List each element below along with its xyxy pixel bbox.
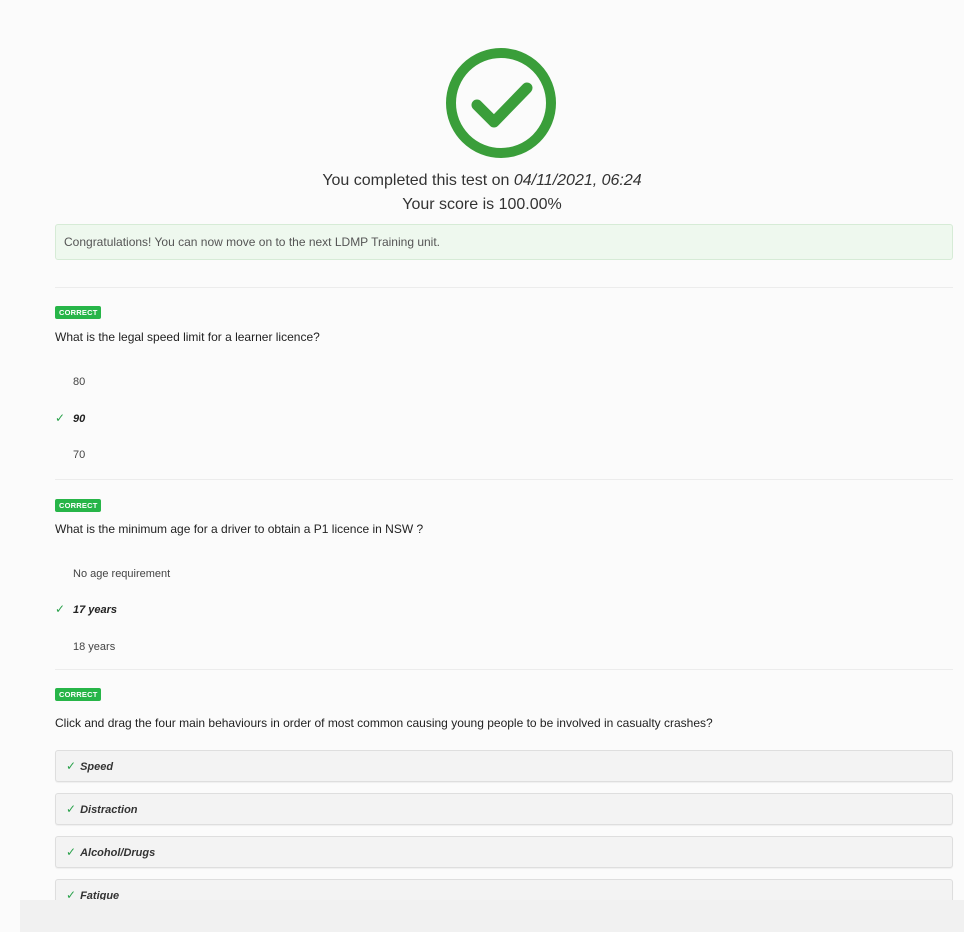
answer-label: No age requirement	[73, 568, 171, 580]
question-text: What is the legal speed limit for a lear…	[55, 330, 320, 344]
status-badge: CORRECT	[55, 499, 102, 512]
answer-option: 18 years	[55, 639, 115, 655]
quiz-results-page: You completed this test on 04/11/2021, 0…	[0, 0, 964, 932]
check-icon: ✓	[66, 759, 77, 773]
sortable-item-speed[interactable]: ✓ Speed	[55, 750, 953, 782]
answer-option-selected: ✓ 90	[55, 410, 85, 426]
sortable-item-label: Distraction	[80, 804, 138, 816]
check-circle-icon	[446, 48, 556, 158]
question-text: What is the minimum age for a driver to …	[55, 522, 424, 536]
answer-label: 70	[73, 449, 86, 461]
check-icon: ✓	[66, 802, 77, 816]
divider	[55, 479, 953, 480]
check-icon: ✓	[66, 845, 77, 859]
sortable-item-alcohol-drugs[interactable]: ✓ Alcohol/Drugs	[55, 836, 953, 868]
sortable-item-label: Alcohol/Drugs	[80, 847, 156, 859]
success-alert: Congratulations! You can now move on to …	[55, 224, 953, 260]
status-badge: CORRECT	[55, 306, 102, 319]
completed-text: You completed this test on 04/11/2021, 0…	[0, 172, 964, 190]
answer-label: 90	[73, 413, 86, 425]
answer-option: 70	[55, 447, 85, 463]
check-icon: ✓	[55, 411, 66, 425]
question-text: Click and drag the four main behaviours …	[55, 716, 713, 730]
score-text: Your score is 100.00%	[402, 196, 562, 213]
divider	[55, 287, 953, 288]
answer-label: 17 years	[73, 604, 118, 616]
completed-date: 04/11/2021, 06:24	[513, 172, 642, 189]
status-badge: CORRECT	[55, 688, 102, 701]
sortable-item-distraction[interactable]: ✓ Distraction	[55, 793, 953, 825]
divider	[55, 669, 953, 670]
answer-option: No age requirement	[55, 566, 170, 582]
answer-label: 80	[73, 376, 86, 388]
check-icon: ✓	[55, 602, 66, 616]
answer-option: 80	[55, 374, 85, 390]
answer-label: 18 years	[73, 641, 116, 653]
sortable-item-label: Speed	[80, 761, 114, 773]
answer-option-selected: ✓ 17 years	[55, 601, 117, 617]
completed-prefix: You completed this test on	[322, 172, 514, 189]
bottom-bar	[20, 900, 964, 932]
